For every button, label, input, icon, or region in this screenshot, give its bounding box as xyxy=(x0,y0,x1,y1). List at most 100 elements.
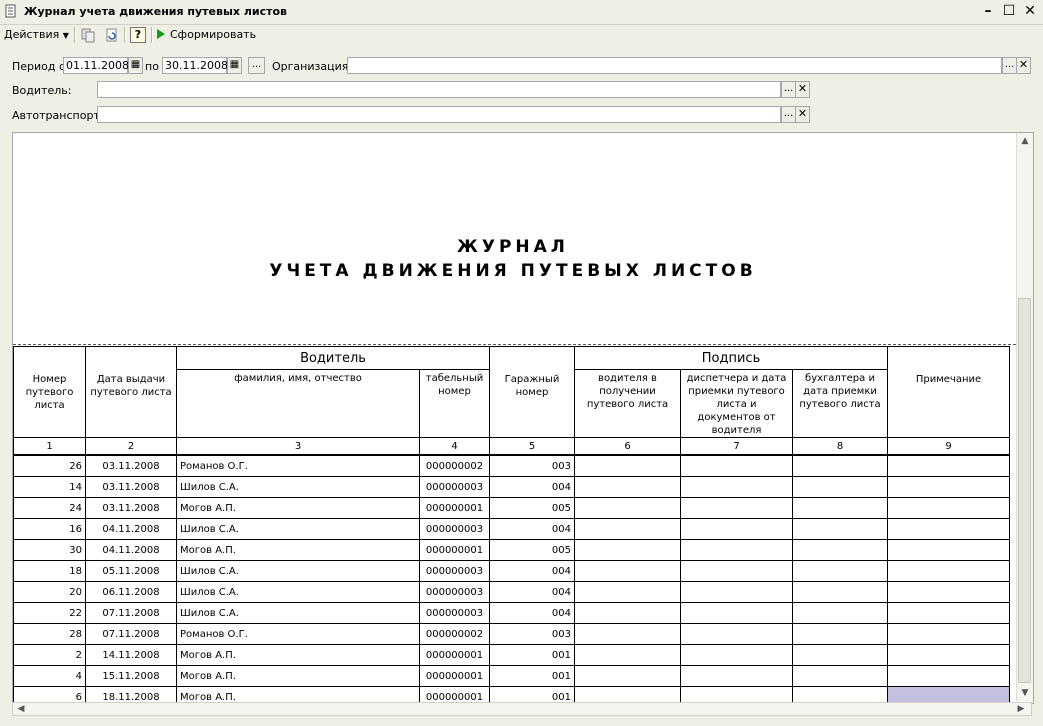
cell-sign-accountant[interactable] xyxy=(792,539,888,561)
cell-num[interactable]: 16 xyxy=(13,518,86,540)
cell-num[interactable]: 18 xyxy=(13,560,86,582)
cell-sign-driver[interactable] xyxy=(574,497,681,519)
cell-sign-driver[interactable] xyxy=(574,602,681,624)
cell-sign-dispatcher[interactable] xyxy=(680,497,793,519)
vertical-scrollbar[interactable]: ▲ ▼ xyxy=(1016,133,1033,701)
cell-sign-driver[interactable] xyxy=(574,581,681,603)
cell-sign-accountant[interactable] xyxy=(792,518,888,540)
cell-sign-accountant[interactable] xyxy=(792,581,888,603)
cell-sign-accountant[interactable] xyxy=(792,602,888,624)
cell-num[interactable]: 28 xyxy=(13,623,86,645)
cell-note[interactable] xyxy=(887,454,1010,477)
cell-sign-dispatcher[interactable] xyxy=(680,602,793,624)
cell-driver-tab[interactable]: 000000002 xyxy=(419,454,490,477)
cell-sign-driver[interactable] xyxy=(574,623,681,645)
minimize-icon[interactable]: – xyxy=(979,3,997,20)
driver-input[interactable] xyxy=(97,81,781,98)
report-spreadsheet[interactable]: ЖУРНАЛ УЧЕТА ДВИЖЕНИЯ ПУТЕВЫХ ЛИСТОВ Ном… xyxy=(12,132,1034,704)
cell-driver-tab[interactable]: 000000003 xyxy=(419,581,490,603)
cell-driver-tab[interactable]: 000000003 xyxy=(419,518,490,540)
cell-driver-tab[interactable]: 000000001 xyxy=(419,497,490,519)
cell-sign-dispatcher[interactable] xyxy=(680,581,793,603)
cell-sign-dispatcher[interactable] xyxy=(680,644,793,666)
cell-num[interactable]: 22 xyxy=(13,602,86,624)
cell-num[interactable]: 26 xyxy=(13,454,86,477)
cell-driver-tab[interactable]: 000000002 xyxy=(419,623,490,645)
cell-note[interactable] xyxy=(887,560,1010,582)
cell-note[interactable] xyxy=(887,602,1010,624)
cell-driver-tab[interactable]: 000000003 xyxy=(419,602,490,624)
organization-select-button[interactable]: ... xyxy=(1002,57,1017,74)
cell-sign-driver[interactable] xyxy=(574,644,681,666)
cell-date[interactable]: 03.11.2008 xyxy=(85,476,177,498)
cell-garage[interactable]: 001 xyxy=(489,665,575,687)
organization-input[interactable] xyxy=(347,57,1002,74)
scroll-right-icon[interactable]: ▶ xyxy=(1015,703,1027,715)
cell-sign-accountant[interactable] xyxy=(792,497,888,519)
cell-driver-name[interactable]: Шилов С.А. xyxy=(176,581,420,603)
cell-num[interactable]: 24 xyxy=(13,497,86,519)
cell-driver-name[interactable]: Могов А.П. xyxy=(176,644,420,666)
cell-sign-accountant[interactable] xyxy=(792,623,888,645)
cell-sign-dispatcher[interactable] xyxy=(680,518,793,540)
scroll-left-icon[interactable]: ◀ xyxy=(15,703,27,715)
cell-note[interactable] xyxy=(887,644,1010,666)
cell-garage[interactable]: 004 xyxy=(489,560,575,582)
cell-driver-name[interactable]: Могов А.П. xyxy=(176,497,420,519)
cell-note[interactable] xyxy=(887,665,1010,687)
cell-date[interactable]: 05.11.2008 xyxy=(85,560,177,582)
horizontal-scrollbar[interactable]: ◀ ▶ xyxy=(12,702,1032,716)
cell-garage[interactable]: 004 xyxy=(489,602,575,624)
cell-garage[interactable]: 005 xyxy=(489,539,575,561)
cell-sign-accountant[interactable] xyxy=(792,665,888,687)
cell-sign-driver[interactable] xyxy=(574,665,681,687)
cell-note[interactable] xyxy=(887,539,1010,561)
cell-date[interactable]: 15.11.2008 xyxy=(85,665,177,687)
vehicle-select-button[interactable]: ... xyxy=(781,106,796,123)
cell-date[interactable]: 03.11.2008 xyxy=(85,497,177,519)
cell-driver-name[interactable]: Могов А.П. xyxy=(176,539,420,561)
cell-garage[interactable]: 004 xyxy=(489,476,575,498)
cell-sign-accountant[interactable] xyxy=(792,476,888,498)
cell-sign-dispatcher[interactable] xyxy=(680,539,793,561)
vehicle-clear-icon[interactable]: ✕ xyxy=(795,106,810,123)
driver-select-button[interactable]: ... xyxy=(781,81,796,98)
close-icon[interactable]: ✕ xyxy=(1021,3,1039,20)
help-icon[interactable]: ? xyxy=(130,27,146,43)
period-select-button[interactable]: ... xyxy=(248,57,265,74)
cell-date[interactable]: 04.11.2008 xyxy=(85,518,177,540)
period-from-input[interactable]: 01.11.2008 xyxy=(63,57,129,74)
cell-driver-name[interactable]: Шилов С.А. xyxy=(176,476,420,498)
cell-sign-driver[interactable] xyxy=(574,560,681,582)
driver-clear-icon[interactable]: ✕ xyxy=(795,81,810,98)
cell-date[interactable]: 07.11.2008 xyxy=(85,602,177,624)
cell-note[interactable] xyxy=(887,518,1010,540)
cell-driver-tab[interactable]: 000000003 xyxy=(419,560,490,582)
cell-num[interactable]: 14 xyxy=(13,476,86,498)
cell-num[interactable]: 30 xyxy=(13,539,86,561)
maximize-icon[interactable]: ☐ xyxy=(1000,3,1018,20)
cell-driver-tab[interactable]: 000000003 xyxy=(419,476,490,498)
cell-num[interactable]: 4 xyxy=(13,665,86,687)
cell-driver-name[interactable]: Шилов С.А. xyxy=(176,560,420,582)
cell-sign-driver[interactable] xyxy=(574,518,681,540)
cell-sign-driver[interactable] xyxy=(574,454,681,477)
cell-date[interactable]: 07.11.2008 xyxy=(85,623,177,645)
cell-garage[interactable]: 005 xyxy=(489,497,575,519)
cell-sign-dispatcher[interactable] xyxy=(680,454,793,477)
cell-garage[interactable]: 003 xyxy=(489,454,575,477)
cell-sign-accountant[interactable] xyxy=(792,454,888,477)
scroll-down-icon[interactable]: ▼ xyxy=(1019,687,1031,699)
scroll-up-icon[interactable]: ▲ xyxy=(1019,135,1031,147)
cell-date[interactable]: 04.11.2008 xyxy=(85,539,177,561)
cell-sign-dispatcher[interactable] xyxy=(680,665,793,687)
cell-date[interactable]: 03.11.2008 xyxy=(85,454,177,477)
cell-date[interactable]: 14.11.2008 xyxy=(85,644,177,666)
cell-note[interactable] xyxy=(887,623,1010,645)
cell-num[interactable]: 20 xyxy=(13,581,86,603)
cell-garage[interactable]: 001 xyxy=(489,644,575,666)
cell-sign-dispatcher[interactable] xyxy=(680,560,793,582)
cell-garage[interactable]: 004 xyxy=(489,518,575,540)
calendar-icon[interactable]: ▦ xyxy=(128,57,143,74)
refresh-icon[interactable] xyxy=(104,27,120,43)
